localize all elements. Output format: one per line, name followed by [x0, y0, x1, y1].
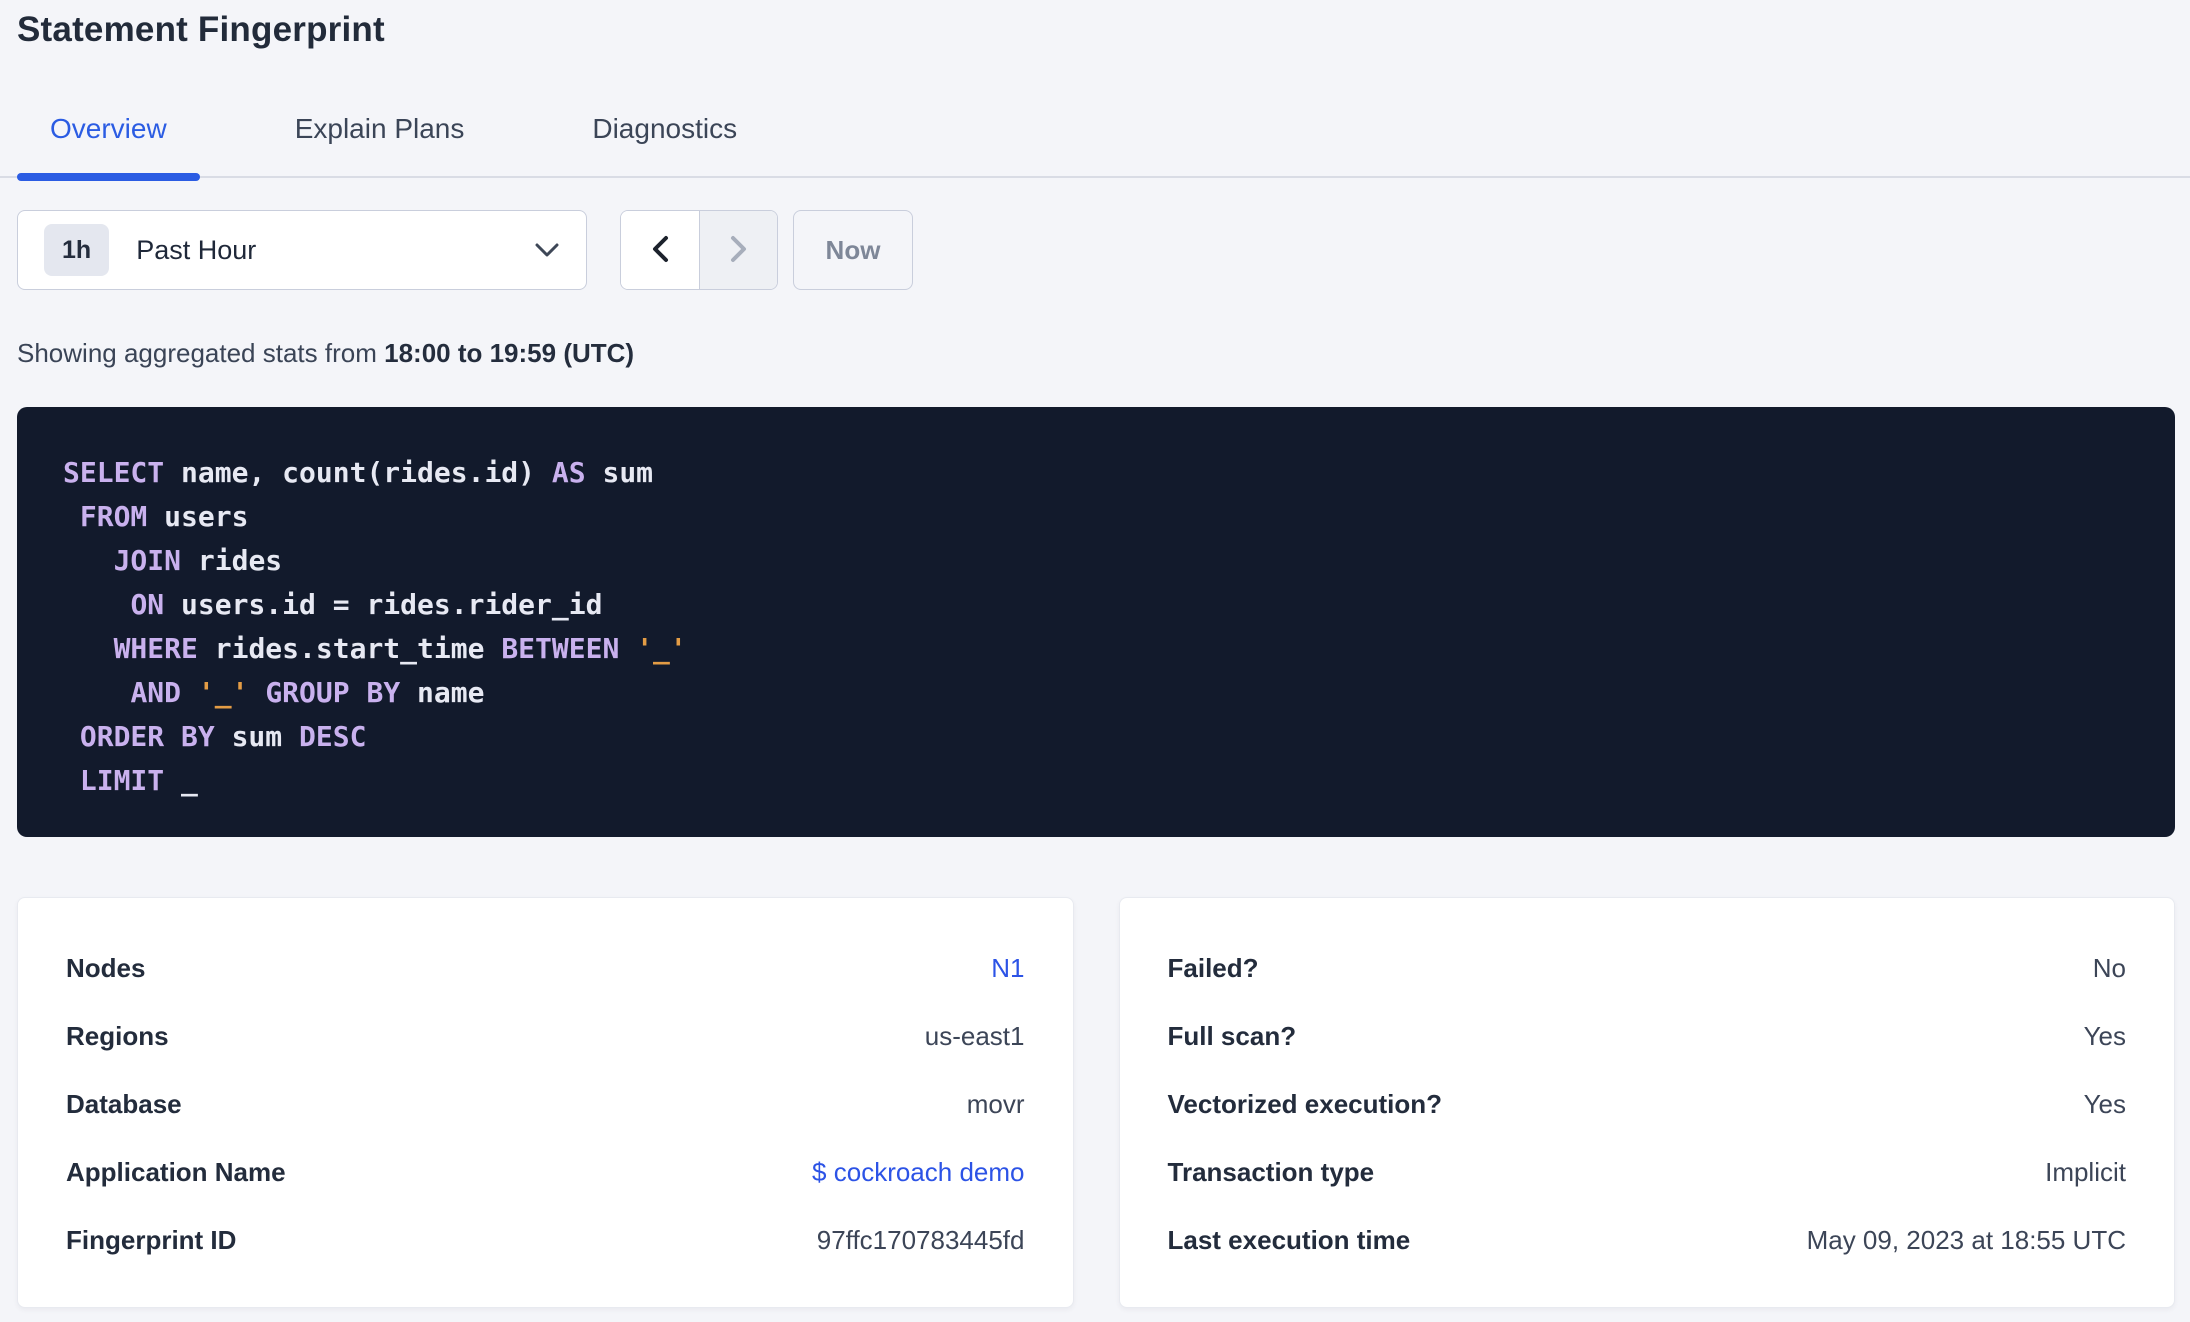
info-label: Transaction type: [1167, 1156, 1375, 1187]
info-value-database: movr: [966, 1088, 1025, 1119]
info-label: Last execution time: [1167, 1224, 1411, 1255]
info-value-last-execution-time: May 09, 2023 at 18:55 UTC: [1806, 1224, 2126, 1255]
info-value-link-application-name[interactable]: $ cockroach demo: [812, 1157, 1024, 1188]
stats-prefix: Showing aggregated stats from: [17, 338, 385, 368]
info-label: Failed?: [1167, 952, 1259, 983]
sql-code-line: FROM users: [79, 500, 249, 533]
sql-code-line: JOIN rides: [113, 544, 283, 577]
info-label: Fingerprint ID: [66, 1224, 237, 1255]
info-row-application-name: Application Name $ cockroach demo: [66, 1138, 1025, 1206]
info-value-full-scan: Yes: [2083, 1020, 2126, 1051]
chevron-right-icon: [728, 233, 750, 268]
info-label: Vectorized execution?: [1167, 1088, 1443, 1119]
tab-bar: Overview Explain Plans Diagnostics: [0, 112, 2190, 181]
info-value-failed: No: [2092, 952, 2126, 983]
tab-overview[interactable]: Overview: [17, 112, 200, 181]
info-label: Nodes: [66, 952, 146, 983]
statement-details-card: Nodes N1 Regions us-east1 Database movr Applic…: [17, 897, 1074, 1308]
interval-badge: 1h: [44, 224, 110, 276]
time-interval-picker[interactable]: 1h Past Hour: [17, 210, 587, 290]
info-value-vectorized-execution: Yes: [2083, 1088, 2126, 1119]
stats-range: 18:00 to 19:59 (UTC): [384, 338, 635, 368]
info-row-failed: Failed? No: [1168, 934, 2127, 1002]
info-label: Full scan?: [1167, 1020, 1297, 1051]
info-row-nodes: Nodes N1: [66, 934, 1025, 1002]
tab-diagnostics[interactable]: Diagnostics: [559, 112, 770, 176]
sql-statement-box: SELECT name, count(rides.id) AS sum FROM…: [17, 407, 2175, 837]
details-cards: Nodes N1 Regions us-east1 Database movr Applic…: [0, 897, 2190, 1308]
info-value-link-nodes[interactable]: N1: [991, 953, 1024, 984]
time-controls: 1h Past Hour Now: [0, 210, 2190, 290]
info-value-transaction-type: Implicit: [2045, 1156, 2126, 1187]
info-row-full-scan: Full scan? Yes: [1168, 1002, 2127, 1070]
chevron-down-icon: [534, 242, 560, 258]
now-button[interactable]: Now: [793, 210, 913, 290]
sql-code-line: AND '_' GROUP BY name: [130, 676, 485, 709]
info-row-database: Database movr: [66, 1070, 1025, 1138]
time-nav-group: [620, 210, 778, 290]
tab-explain-plans[interactable]: Explain Plans: [262, 112, 498, 176]
sql-code-line: ON users.id = rides.rider_id: [130, 588, 603, 621]
info-row-fingerprint-id: Fingerprint ID 97ffc170783445fd: [66, 1206, 1025, 1274]
info-label: Application Name: [66, 1156, 286, 1187]
interval-label: Past Hour: [136, 234, 257, 265]
sql-code-line: WHERE rides.start_time BETWEEN '_': [113, 632, 687, 665]
info-label: Regions: [66, 1020, 169, 1051]
info-row-vectorized-execution: Vectorized execution? Yes: [1168, 1070, 2127, 1138]
next-interval-button[interactable]: [699, 211, 777, 289]
info-row-transaction-type: Transaction type Implicit: [1168, 1138, 2127, 1206]
stats-summary: Showing aggregated stats from 18:00 to 1…: [0, 336, 2190, 370]
sql-code-line: ORDER BY sum DESC: [79, 720, 367, 753]
sql-code-line: SELECT name, count(rides.id) AS sum: [63, 456, 654, 489]
execution-details-card: Failed? No Full scan? Yes Vectorized executi…: [1118, 897, 2175, 1308]
statement-fingerprint-page: Statement Fingerprint Overview Explain Pl…: [0, 8, 2190, 1322]
info-row-last-execution-time: Last execution time May 09, 2023 at 18:55…: [1168, 1206, 2127, 1274]
prev-interval-button[interactable]: [621, 211, 699, 289]
chevron-left-icon: [649, 233, 671, 268]
info-value-regions: us-east1: [924, 1020, 1025, 1051]
page-title: Statement Fingerprint: [17, 10, 385, 49]
sql-code-line: LIMIT _: [79, 764, 198, 797]
info-row-regions: Regions us-east1: [66, 1002, 1025, 1070]
info-value-fingerprint-id: 97ffc170783445fd: [816, 1224, 1025, 1255]
info-label: Database: [66, 1088, 182, 1119]
